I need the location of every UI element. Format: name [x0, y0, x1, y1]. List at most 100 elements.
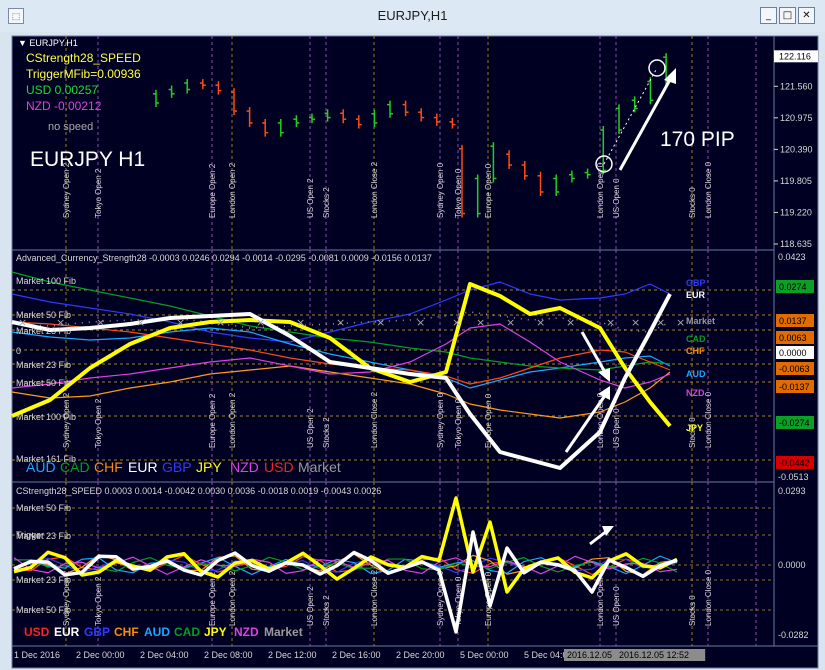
- fib-label: Market 23 Fib: [16, 326, 71, 336]
- symbol-label[interactable]: ▼ EURJPY.H1: [18, 38, 78, 48]
- legend-item: EUR: [54, 625, 80, 639]
- legend-item: AUD: [144, 625, 170, 639]
- fib-label: Market 50 Fib: [16, 605, 71, 615]
- market-marker: ×: [176, 316, 185, 329]
- nospeed-text: no speed: [48, 121, 93, 133]
- currency-label: CAD: [686, 334, 706, 344]
- market-marker: ×: [452, 316, 461, 329]
- session-label: US Open 2: [306, 408, 315, 448]
- fib-label: Market 50 Fib: [16, 503, 71, 513]
- badge-text: -0.0442: [779, 458, 810, 468]
- time-label: 2016.12.05: [567, 650, 612, 660]
- market-marker: ×: [656, 316, 665, 329]
- badge-text: -0.0063: [779, 364, 810, 374]
- session-label: London Open 2: [228, 570, 237, 626]
- speed-scale-mid: 0.0000: [778, 560, 806, 570]
- session-label: London Close 2: [370, 569, 379, 626]
- nzd-value: NZD -0.00212: [26, 99, 102, 113]
- market-marker: ×: [296, 316, 305, 329]
- legend-item: Market: [264, 625, 303, 639]
- badge-text: -0.0274: [779, 418, 810, 428]
- time-label: 2 Dec 00:00: [76, 650, 125, 660]
- session-label: Sydney Open 0: [436, 162, 445, 218]
- fib-label: Market 23 Fib: [16, 575, 71, 585]
- speed-header: CStrength28_SPEED 0.0003 0.0014 -0.0042 …: [16, 486, 381, 496]
- market-marker: ×: [96, 316, 105, 329]
- session-label: Europe Open 0: [484, 163, 493, 218]
- indicator-name: CStrength28_SPEED: [26, 51, 141, 65]
- session-label: London Open 2: [228, 392, 237, 448]
- legend-item: Market: [298, 459, 341, 475]
- legend-item: USD: [264, 459, 294, 475]
- fib-label: Market 50 Fib: [16, 378, 71, 388]
- legend-item: CHF: [114, 625, 139, 639]
- window-title: EURJPY,H1: [377, 8, 448, 23]
- session-label: London Close 0: [704, 161, 713, 218]
- window-title-bar[interactable]: ⬚ EURJPY,H1 _ □ ✕: [0, 0, 825, 33]
- session-label: US Open 2: [306, 178, 315, 218]
- current-price-label: 122.116: [779, 51, 811, 61]
- currency-label: EUR: [686, 290, 706, 300]
- price-label: 118.635: [780, 239, 812, 249]
- market-marker: ×: [256, 316, 265, 329]
- time-axis-labels: 1 Dec 2016 2 Dec 00:00 2 Dec 04:00 2 Dec 08…: [14, 649, 706, 661]
- badge-text: 0.0000: [779, 348, 807, 358]
- legend-item: AUD: [26, 459, 56, 475]
- session-label: Tokyo Open 2: [94, 398, 103, 448]
- legend-item: GBP: [84, 625, 110, 639]
- session-label: Tokyo Open 2: [94, 168, 103, 218]
- market-marker: ×: [676, 316, 685, 329]
- market-marker: ×: [216, 316, 225, 329]
- market-marker: ×: [536, 316, 545, 329]
- price-label: 120.390: [780, 144, 813, 154]
- close-button[interactable]: ✕: [798, 7, 815, 24]
- time-label: 1 Dec 2016: [14, 650, 60, 660]
- legend-item: NZD: [230, 459, 259, 475]
- price-label: 119.220: [780, 207, 812, 217]
- session-label: London Open 2: [228, 162, 237, 218]
- time-label: 2 Dec 12:00: [268, 650, 317, 660]
- fib-label: Market 23 Fib: [16, 531, 71, 541]
- minimize-button[interactable]: _: [760, 7, 777, 24]
- session-label: Stocks 0: [688, 595, 697, 626]
- session-label: Europe Open 2: [208, 393, 217, 448]
- session-label: US Open 0: [612, 586, 621, 626]
- session-label: Europe Open 2: [208, 571, 217, 626]
- legend-item: EUR: [128, 459, 158, 475]
- session-label: Stocks 2: [322, 595, 331, 626]
- symbol-overlay: EURJPY H1: [30, 148, 145, 171]
- usd-value: USD 0.00257: [26, 83, 98, 97]
- session-label: Stocks 0: [688, 187, 697, 218]
- time-label: 2 Dec 08:00: [204, 650, 253, 660]
- time-label: 5 Dec 00:00: [460, 650, 509, 660]
- time-label: 2 Dec 20:00: [396, 650, 445, 660]
- legend-item: JPY: [196, 459, 222, 475]
- legend-item: JPY: [204, 625, 227, 639]
- currency-label: JPY: [686, 423, 703, 433]
- legend-item: CHF: [94, 459, 123, 475]
- market-marker: ×: [631, 316, 640, 329]
- fib-label: Market 100 Fib: [16, 276, 76, 286]
- market-marker: ×: [416, 316, 425, 329]
- market-marker: ×: [566, 316, 575, 329]
- market-marker: ×: [376, 316, 385, 329]
- session-label: Tokyo Open 2: [94, 576, 103, 626]
- price-label: 119.805: [780, 176, 812, 186]
- time-label: 2016.12.05 12:52: [619, 650, 689, 660]
- trigger-value: TriggerMFib=0.00936: [26, 67, 141, 81]
- session-label: London Close 2: [370, 161, 379, 218]
- chart-area[interactable]: Sydney Open 2Sydney Open 2Sydney Open 2T…: [0, 32, 825, 670]
- session-label: US Open 2: [306, 586, 315, 626]
- currency-label: CHF: [686, 346, 705, 356]
- legend-item: GBP: [162, 459, 192, 475]
- badge-text: 0.0137: [779, 316, 807, 326]
- currency-label: Market: [686, 316, 715, 326]
- session-label: Stocks 2: [322, 187, 331, 218]
- session-label: Tokyo Open 0: [454, 398, 463, 448]
- price-label: 121.560: [780, 81, 813, 91]
- maximize-button[interactable]: □: [779, 7, 796, 24]
- strength-scale-bottom: -0.0513: [778, 472, 809, 482]
- strength-header: Advanced_Currency_Strength28 -0.0003 0.0…: [16, 253, 432, 263]
- currency-label: AUD: [686, 369, 706, 379]
- session-label: Stocks 2: [322, 417, 331, 448]
